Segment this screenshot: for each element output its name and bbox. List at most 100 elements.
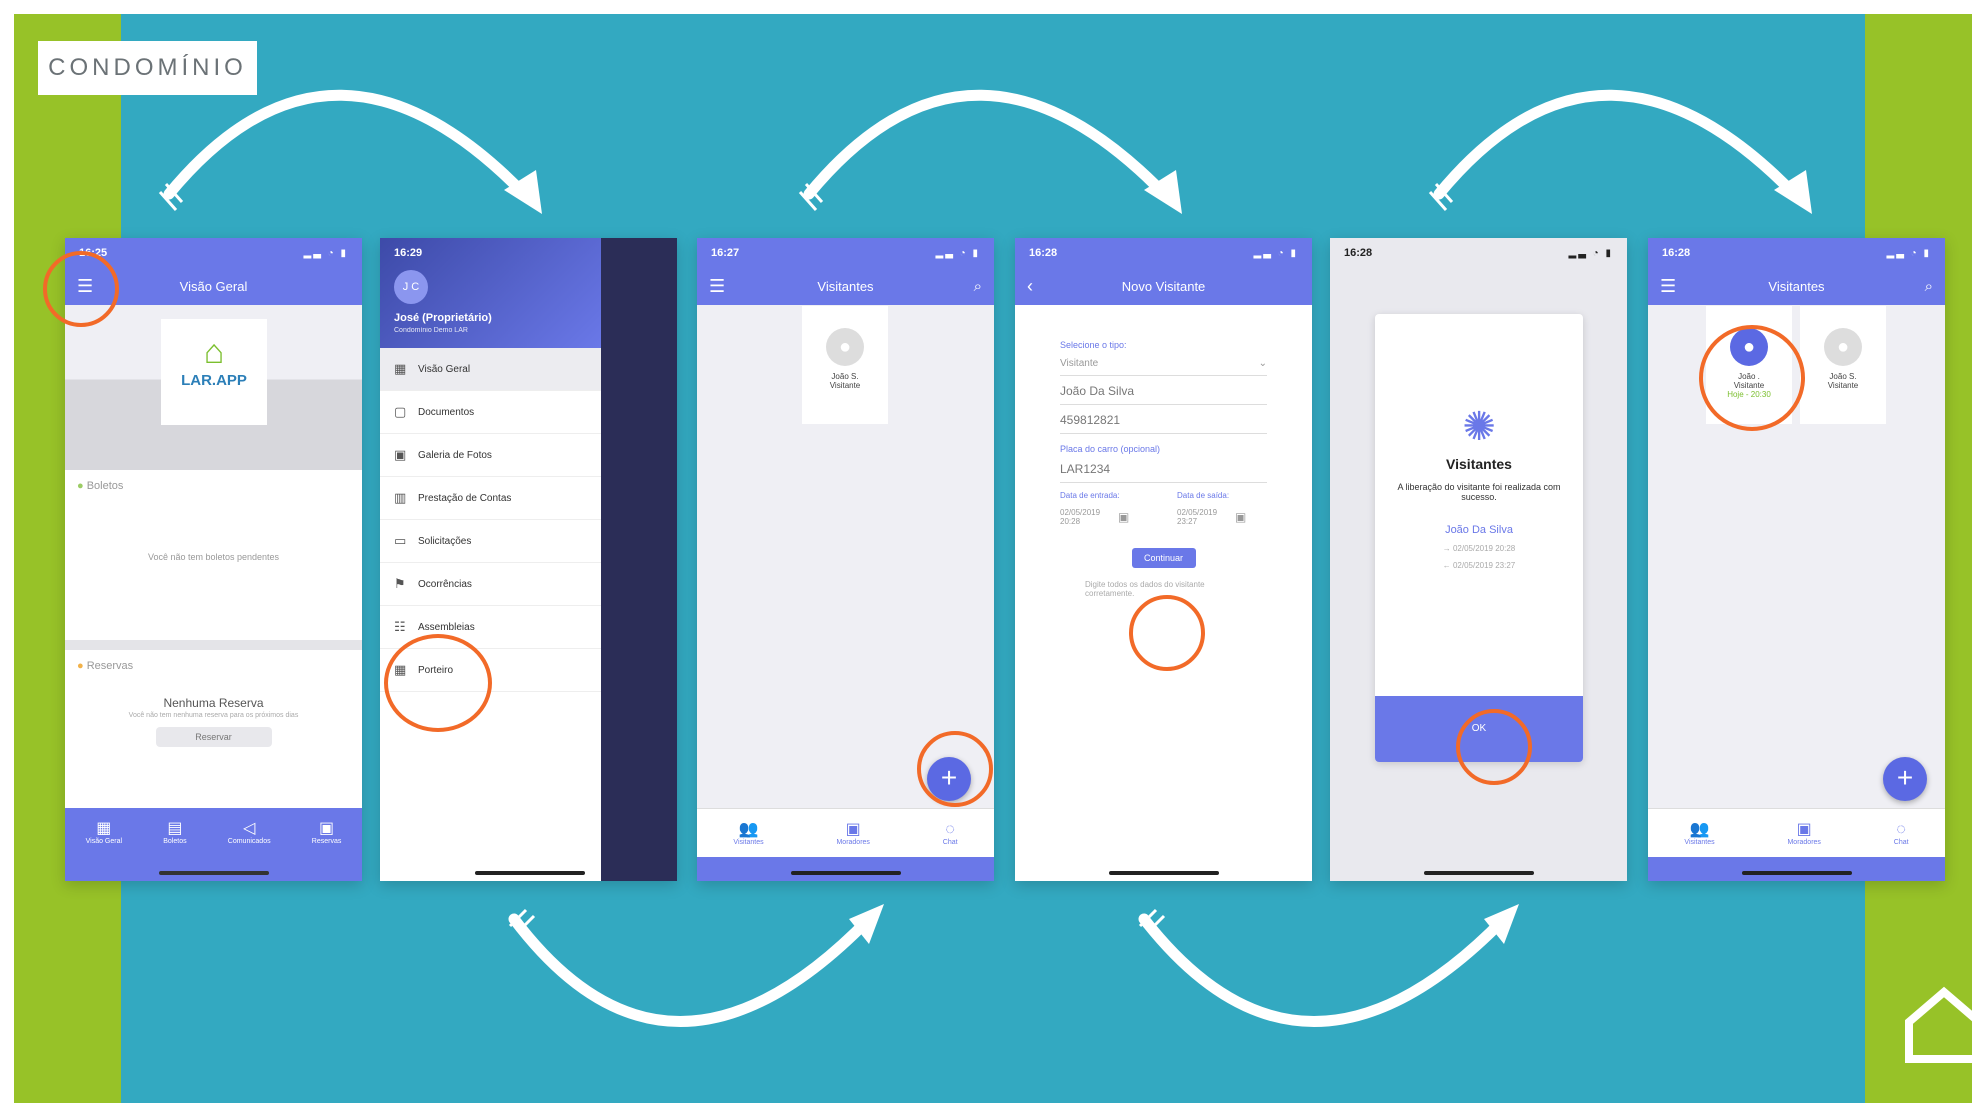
tab-moradores[interactable]: ▣ Moradores bbox=[1787, 821, 1820, 846]
reservar-button[interactable]: Reservar bbox=[155, 727, 272, 747]
hero-skyline: ⌂ LAR.APP bbox=[65, 305, 362, 470]
exit-arrow-icon: ← bbox=[1442, 561, 1451, 570]
building-icon: ▦ bbox=[96, 820, 112, 837]
menu-hamburger-icon[interactable]: ☰ bbox=[77, 276, 97, 297]
photo-icon: ▣ bbox=[394, 447, 407, 462]
status-icons: ▂▃ ◔ ▮ bbox=[303, 247, 348, 259]
tab-moradores[interactable]: ▣ Moradores bbox=[836, 821, 869, 846]
exit-date-field[interactable]: 02/05/2019 23:27 bbox=[1177, 508, 1235, 526]
page-title: Visitantes bbox=[1768, 279, 1825, 294]
flow-arrow-3 bbox=[1433, 89, 1805, 205]
menu-item-documentos[interactable]: ▢ Documentos bbox=[380, 391, 601, 434]
tab-boletos[interactable]: ▤ Boletos bbox=[163, 820, 186, 845]
calendar-icon[interactable]: ▣ bbox=[1235, 510, 1246, 524]
home-indicator bbox=[790, 871, 901, 875]
entry-date-field[interactable]: 02/05/2019 20:28 bbox=[1060, 508, 1118, 526]
add-visitor-button[interactable]: + bbox=[1883, 757, 1927, 801]
plate-label: Placa do carro (opcional) bbox=[1060, 444, 1161, 454]
user-name: José (Proprietário) bbox=[394, 312, 492, 324]
status-icons: ▂▃ ◔ ▮ bbox=[1886, 247, 1931, 259]
house-logo-icon: ⌂ bbox=[203, 333, 225, 371]
no-reserva-title: Nenhuma Reserva bbox=[163, 696, 264, 710]
status-time: 16:28 bbox=[1029, 247, 1058, 259]
document-field[interactable]: 459812821 bbox=[1060, 405, 1267, 434]
exit-date-label: Data de saída: bbox=[1177, 491, 1230, 500]
logo-card: ⌂ LAR.APP bbox=[161, 319, 267, 425]
status-time: 16:28 bbox=[1344, 247, 1373, 259]
boletos-dot-icon: ● bbox=[77, 480, 84, 492]
menu-item-porteiro[interactable]: ▦ Porteiro bbox=[380, 649, 601, 692]
status-time: 16:27 bbox=[711, 247, 740, 259]
tab-comunicados[interactable]: ◁ Comunicados bbox=[228, 820, 271, 845]
flow-arrow-2 bbox=[803, 89, 1175, 205]
calendar-icon[interactable]: ▣ bbox=[1118, 510, 1129, 524]
status-time: 16:25 bbox=[79, 247, 108, 259]
reservas-label: Reservas bbox=[86, 660, 134, 672]
status-icons: ▂▃ ◔ ▮ bbox=[1568, 247, 1613, 259]
search-icon[interactable]: ⌕ bbox=[962, 278, 982, 295]
confetti-visitor-icon: ✺ bbox=[1462, 405, 1496, 449]
visitor-avatar-icon: ● bbox=[1824, 328, 1862, 366]
document-icon: ▤ bbox=[167, 820, 183, 837]
screen-success-dialog: 16:28 ▂▃ ◔ ▮ ✺ Visitantes A liberação do … bbox=[1330, 238, 1627, 881]
tab-chat[interactable]: ◌ Chat bbox=[943, 821, 958, 846]
form-hint: Digite todos os dados do visitante corre… bbox=[1085, 580, 1205, 598]
visitor-card[interactable]: ● João S. Visitante bbox=[802, 306, 888, 424]
chat-icon: ◌ bbox=[945, 821, 955, 838]
flag-icon: ⚑ bbox=[394, 576, 406, 591]
ticket-icon: ▭ bbox=[394, 533, 407, 548]
name-field[interactable]: João Da Silva bbox=[1060, 376, 1267, 405]
home-indicator bbox=[475, 871, 585, 875]
tab-reservas[interactable]: ▣ Reservas bbox=[312, 820, 342, 845]
dialog-visitor-name: João Da Silva bbox=[1445, 524, 1513, 536]
menu-item-prestacao[interactable]: ▥ Prestação de Contas bbox=[380, 477, 601, 520]
status-time: 16:29 bbox=[394, 247, 423, 259]
brand-house-icon bbox=[1905, 986, 1972, 1063]
calendar-icon: ▣ bbox=[319, 820, 335, 837]
tab-visitantes[interactable]: 👥 Visitantes bbox=[1684, 821, 1714, 846]
back-chevron-icon[interactable]: ‹ bbox=[1027, 276, 1047, 297]
screen-overview: 16:25 ▂▃ ◔ ▮ ☰ Visão Geral ⌂ LAR.APP ● Bol… bbox=[65, 238, 362, 881]
page-title: Visão Geral bbox=[179, 279, 248, 294]
continue-button[interactable]: Continuar bbox=[1131, 548, 1196, 568]
menu-item-assembleias[interactable]: ☷ Assembleias bbox=[380, 606, 601, 649]
entry-date-label: Data de entrada: bbox=[1060, 491, 1120, 500]
type-select[interactable]: Visitante ⌄ bbox=[1060, 350, 1267, 376]
megaphone-icon: ◁ bbox=[243, 820, 256, 837]
page-title: Visitantes bbox=[817, 279, 874, 294]
visitor-avatar-icon: ● bbox=[1730, 328, 1768, 366]
add-visitor-button[interactable]: + bbox=[927, 757, 971, 801]
visitor-name: João S. bbox=[1829, 372, 1857, 381]
home-indicator bbox=[1423, 871, 1534, 875]
reservas-dot-icon: ● bbox=[77, 660, 84, 672]
id-card-icon: ▣ bbox=[1796, 821, 1812, 838]
ok-button[interactable]: OK bbox=[1375, 696, 1583, 762]
plate-field[interactable]: LAR1234 bbox=[1060, 454, 1267, 483]
visitor-card[interactable]: ● João S. Visitante bbox=[1800, 306, 1886, 424]
tab-overview[interactable]: ▦ Visão Geral bbox=[86, 820, 122, 845]
dialog-title: Visitantes bbox=[1446, 456, 1512, 472]
type-label: Selecione o tipo: bbox=[1060, 340, 1127, 350]
people-icon: 👥 bbox=[738, 821, 759, 838]
dialog-exit: 02/05/2019 23:27 bbox=[1452, 561, 1516, 570]
home-indicator bbox=[1741, 871, 1852, 875]
home-indicator bbox=[1108, 871, 1219, 875]
menu-item-visao-geral[interactable]: ▦ Visão Geral bbox=[380, 348, 601, 391]
menu-item-galeria[interactable]: ▣ Galeria de Fotos bbox=[380, 434, 601, 477]
showcase-frame: CONDOMÍNIO 16:25 ▂▃ ◔ ▮ ☰ Visão Geral ⌂ … bbox=[14, 14, 1972, 1103]
menu-hamburger-icon[interactable]: ☰ bbox=[1660, 276, 1680, 297]
menu-item-solicitacoes[interactable]: ▭ Solicitações bbox=[380, 520, 601, 563]
condo-name: Condomínio Demo LAR bbox=[394, 327, 468, 334]
search-icon[interactable]: ⌕ bbox=[1913, 278, 1933, 295]
screen-new-visitor: 16:28 ▂▃ ◔ ▮ ‹ Novo Visitante Selecione o … bbox=[1015, 238, 1312, 881]
flow-arrow-4 bbox=[508, 913, 875, 1027]
chart-icon: ▥ bbox=[394, 490, 407, 505]
visitor-card-active[interactable]: ● João . Visitante Hoje - 20:30 bbox=[1706, 306, 1792, 424]
visitor-name: João . bbox=[1738, 372, 1760, 381]
menu-hamburger-icon[interactable]: ☰ bbox=[709, 276, 729, 297]
tab-chat[interactable]: ◌ Chat bbox=[1894, 821, 1909, 846]
people-icon: 👥 bbox=[1689, 821, 1710, 838]
success-dialog: ✺ Visitantes A liberação do visitante fo… bbox=[1375, 314, 1583, 762]
menu-item-ocorrencias[interactable]: ⚑ Ocorrências bbox=[380, 563, 601, 606]
tab-visitantes[interactable]: 👥 Visitantes bbox=[733, 821, 763, 846]
